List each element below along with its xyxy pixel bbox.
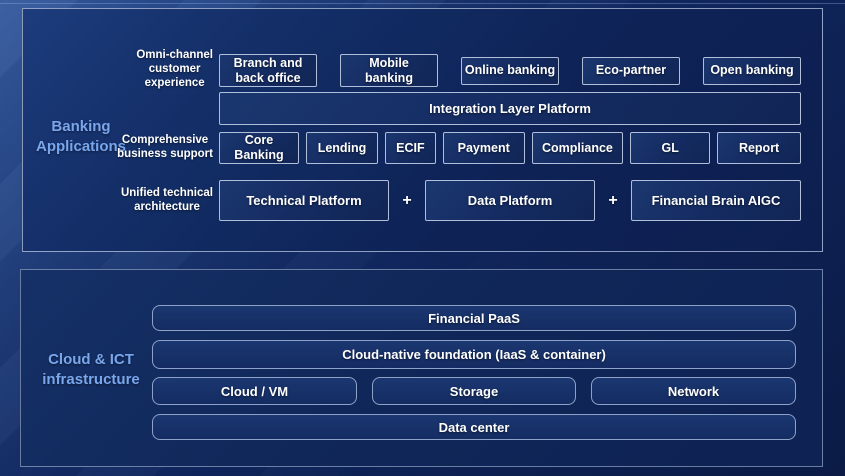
box-data-platform: Data Platform (425, 180, 595, 221)
integration-row: Integration Layer Platform (219, 92, 801, 125)
box-branch-back-office: Branch and back office (219, 54, 317, 87)
box-report: Report (717, 132, 801, 164)
cloud-ict-title: Cloud & ICT infrastructure (27, 350, 155, 391)
box-financial-paas: Financial PaaS (152, 305, 796, 331)
box-eco-partner: Eco-partner (582, 57, 680, 85)
box-lending: Lending (306, 132, 378, 164)
box-technical-platform: Technical Platform (219, 180, 389, 221)
box-ecif: ECIF (385, 132, 436, 164)
plus-separator: + (595, 192, 631, 210)
business-support-label-text: Comprehensive business support (117, 134, 219, 162)
box-compliance: Compliance (532, 132, 624, 164)
box-storage: Storage (372, 377, 576, 405)
box-payment: Payment (443, 132, 525, 164)
row-label-unified-architecture: Unified technical architecture (23, 180, 219, 221)
cloud-ict-panel: Cloud & ICT infrastructure Financial Paa… (20, 269, 823, 467)
row-label-business-support: Comprehensive business support (23, 132, 219, 164)
banking-applications-panel: Banking Applications Omni-channel custom… (22, 8, 823, 252)
box-financial-brain-aigc: Financial Brain AIGC (631, 180, 801, 221)
box-open-banking: Open banking (703, 57, 801, 85)
unified-architecture-label-text: Unified technical architecture (121, 187, 219, 215)
box-cloud-vm: Cloud / VM (152, 377, 357, 405)
business-row: Core Banking Lending ECIF Payment Compli… (219, 132, 801, 164)
box-gl: GL (630, 132, 710, 164)
box-data-center: Data center (152, 414, 796, 440)
row-label-omni-channel: Omni-channel customer experience (23, 46, 219, 94)
cloud-content-area: Financial PaaS Cloud-native foundation (… (152, 270, 796, 466)
box-integration-layer-platform: Integration Layer Platform (219, 92, 801, 125)
channel-row: Branch and back office Mobile banking On… (219, 54, 801, 87)
box-cloud-native-foundation: Cloud-native foundation (IaaS & containe… (152, 340, 796, 369)
box-network: Network (591, 377, 796, 405)
box-mobile-banking: Mobile banking (340, 54, 438, 87)
omni-channel-label-text: Omni-channel customer experience (136, 49, 219, 90)
box-online-banking: Online banking (461, 57, 559, 85)
architecture-row: Technical Platform + Data Platform + Fin… (219, 180, 801, 221)
plus-separator: + (389, 192, 425, 210)
box-core-banking: Core Banking (219, 132, 299, 164)
